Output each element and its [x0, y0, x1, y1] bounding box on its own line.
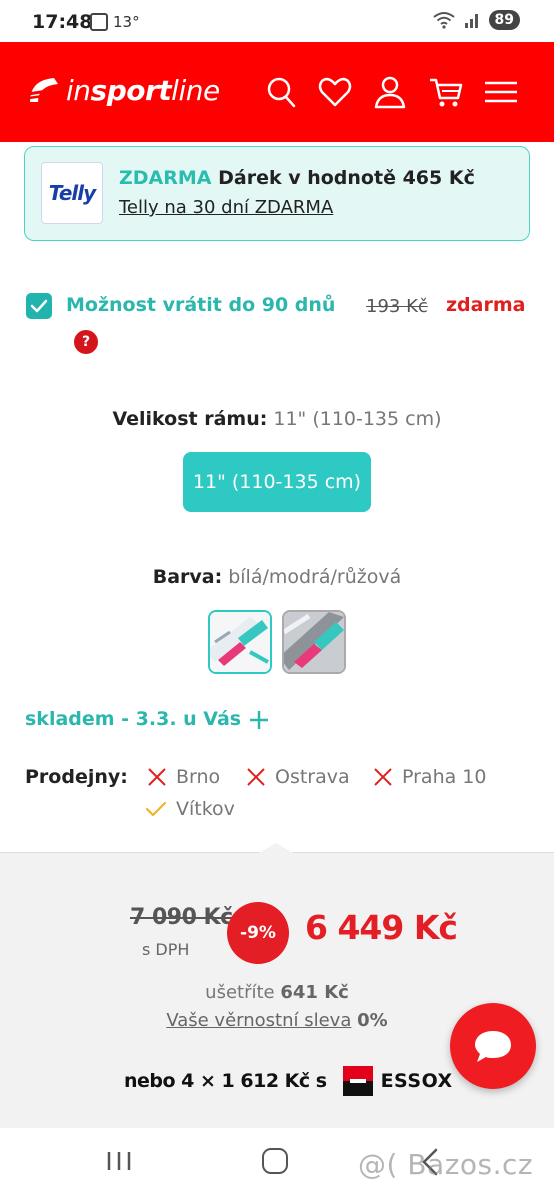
checkmark-icon: [30, 299, 48, 313]
installment-text: nebo 4 × 1 612 Kč s: [124, 1070, 327, 1092]
stock-status[interactable]: skladem - 3.3. u Vás: [25, 708, 241, 730]
price-panel-notch: [259, 843, 293, 853]
search-icon[interactable]: [264, 74, 300, 110]
frame-size-option-button[interactable]: 11" (110-135 cm): [183, 452, 371, 512]
color-value: bílá/modrá/růžová: [228, 566, 402, 588]
color-row: Barva: bílá/modrá/růžová: [0, 566, 554, 588]
frame-size-label: Velikost rámu:: [112, 408, 268, 430]
stores-label: Prodejny:: [25, 766, 128, 788]
frame-size-row: Velikost rámu: 11" (110-135 cm): [0, 408, 554, 430]
chat-bubble-icon: [475, 1031, 511, 1062]
old-price: 7 090 Kč: [130, 905, 233, 930]
screenshot-icon: [90, 13, 108, 31]
return-option-price: zdarma: [446, 294, 526, 316]
color-label: Barva:: [152, 566, 223, 588]
telly-gift-text: ZDARMA Dárek v hodnotě 465 Kč: [119, 167, 475, 189]
installment-offer[interactable]: nebo 4 × 1 612 Kč s ESSOX: [124, 1066, 453, 1096]
savings-line: ušetříte 641 Kč: [205, 982, 349, 1003]
user-icon[interactable]: [372, 74, 408, 110]
swatch-image: [284, 612, 344, 672]
recent-apps-icon[interactable]: [106, 1150, 132, 1172]
home-icon[interactable]: [262, 1148, 288, 1174]
tax-note: s DPH: [142, 940, 190, 959]
chat-button[interactable]: [450, 1003, 536, 1089]
battery-indicator: 89: [488, 10, 520, 30]
unavailable-cross-icon: [247, 768, 265, 786]
signal-icon: [464, 14, 478, 28]
status-time: 17:48: [32, 11, 93, 33]
site-header: insportline: [0, 42, 554, 142]
logo-text: insportline: [66, 73, 220, 107]
loyalty-discount-link[interactable]: Vaše věrnostní sleva: [166, 1010, 351, 1031]
telly-gift-banner[interactable]: Telly ZDARMA Dárek v hodnotě 465 Kč Tell…: [24, 146, 530, 241]
return-option-old-price: 193 Kč: [366, 296, 428, 317]
store-vitkov: Vítkov: [144, 798, 235, 820]
store-praha-10: Praha 10: [372, 766, 486, 788]
help-icon[interactable]: ?: [74, 330, 98, 354]
installment-provider: ESSOX: [380, 1070, 453, 1092]
new-price: 6 449 Kč: [305, 908, 458, 947]
heart-icon[interactable]: [317, 74, 353, 110]
available-check-icon: [145, 801, 167, 817]
status-right: 89: [432, 10, 520, 30]
discount-badge: -9%: [227, 902, 289, 964]
swatch-image: [210, 612, 270, 672]
bazos-watermark: @( Bazos.cz: [358, 1148, 534, 1181]
unavailable-cross-icon: [148, 768, 166, 786]
return-option-checkbox[interactable]: [26, 293, 52, 319]
wifi-icon: [432, 12, 455, 29]
frame-size-value: 11" (110-135 cm): [273, 408, 442, 430]
logo-mark-icon: [27, 78, 58, 102]
insportline-logo[interactable]: insportline: [26, 72, 220, 108]
telly-logo: Telly: [41, 162, 103, 224]
telly-link[interactable]: Telly na 30 dní ZDARMA: [119, 197, 333, 218]
return-option-label[interactable]: Možnost vrátit do 90 dnů: [66, 294, 335, 316]
color-swatch-selected[interactable]: [208, 610, 272, 674]
status-bar: 17:48 13° 89: [0, 0, 554, 42]
store-ostrava: Ostrava: [245, 766, 350, 788]
unavailable-cross-icon: [374, 768, 392, 786]
status-temperature: 13°: [113, 13, 140, 31]
menu-icon[interactable]: [483, 74, 519, 110]
color-swatch-alternative[interactable]: [282, 610, 346, 674]
store-brno: Brno: [146, 766, 220, 788]
essox-logo-icon: [342, 1066, 373, 1096]
cart-icon[interactable]: [428, 74, 464, 110]
expand-plus-icon[interactable]: [248, 709, 270, 731]
